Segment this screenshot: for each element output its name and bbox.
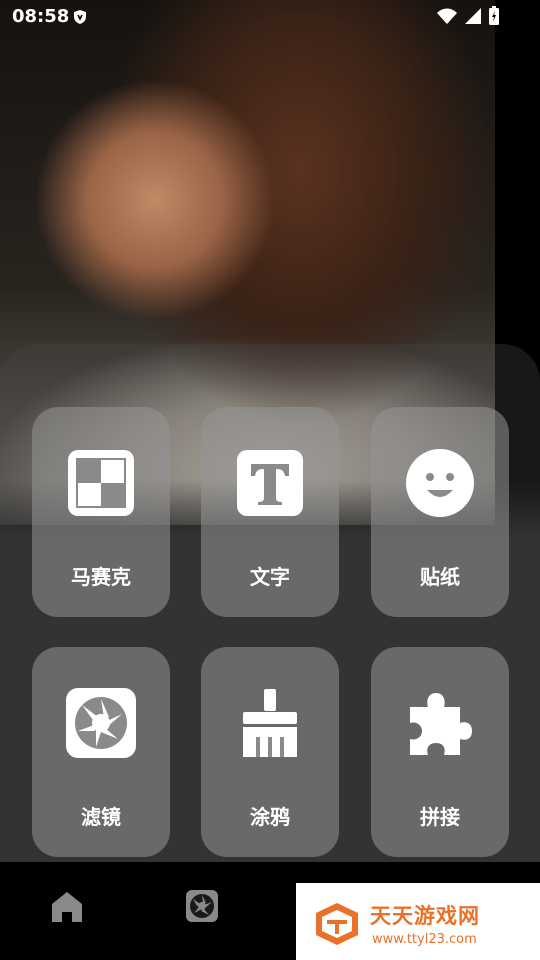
shield-icon xyxy=(74,10,86,24)
puzzle-icon xyxy=(404,687,476,759)
watermark-logo xyxy=(316,903,358,945)
watermark-url: www.ttyl23.com xyxy=(372,932,477,947)
brush-icon xyxy=(234,687,306,759)
status-bar: 08:58 xyxy=(0,0,540,34)
home-icon[interactable] xyxy=(50,890,84,924)
tool-puzzle-button[interactable]: 拼接 xyxy=(371,647,509,857)
watermark: 天天游戏网 www.ttyl23.com xyxy=(296,883,540,960)
camera-icon[interactable] xyxy=(185,889,219,923)
battery-icon xyxy=(489,6,499,25)
tool-filter-label: 滤镜 xyxy=(81,805,121,829)
tool-puzzle-label: 拼接 xyxy=(420,805,460,829)
watermark-title: 天天游戏网 xyxy=(370,904,480,928)
status-time: 08:58 xyxy=(12,6,70,27)
tool-filter-button[interactable]: 滤镜 xyxy=(32,647,170,857)
sticker-icon xyxy=(404,447,476,519)
tool-mosaic-label: 马赛克 xyxy=(71,565,131,589)
tool-text-button[interactable]: 文字 xyxy=(201,407,339,617)
text-icon xyxy=(234,447,306,519)
tool-brush-button[interactable]: 涂鸦 xyxy=(201,647,339,857)
filter-icon xyxy=(65,687,137,759)
mosaic-icon xyxy=(65,447,137,519)
tool-mosaic-button[interactable]: 马赛克 xyxy=(32,407,170,617)
tool-text-label: 文字 xyxy=(250,565,290,589)
tool-sticker-button[interactable]: 贴纸 xyxy=(371,407,509,617)
signal-icon xyxy=(465,8,481,24)
status-icons xyxy=(436,6,500,26)
bottom-nav: 天天游戏网 www.ttyl23.com xyxy=(0,862,540,960)
wifi-icon xyxy=(437,8,457,24)
tool-brush-label: 涂鸦 xyxy=(250,805,290,829)
tool-sticker-label: 贴纸 xyxy=(420,565,460,589)
